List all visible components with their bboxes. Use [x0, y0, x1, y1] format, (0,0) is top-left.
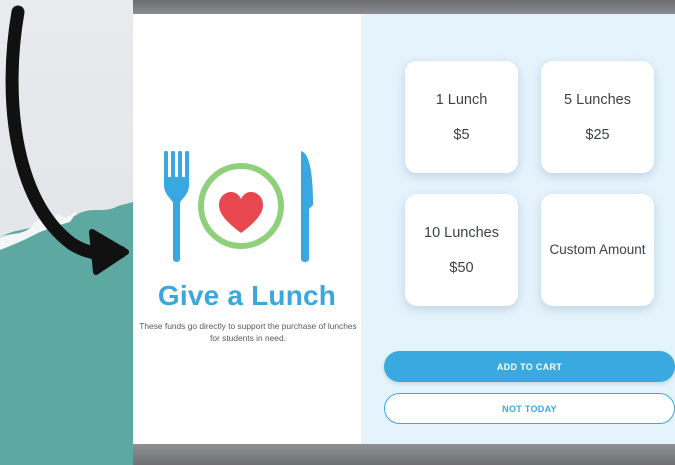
option-name: 1 Lunch — [435, 91, 488, 108]
frame-bottom-bar — [133, 444, 675, 465]
campaign-title: Give a Lunch — [157, 280, 337, 311]
option-5-lunches[interactable]: 5 Lunches $25 — [541, 61, 654, 173]
fork-plate-heart-knife-icon — [164, 151, 313, 262]
not-today-button[interactable]: NOT TODAY — [384, 393, 675, 424]
frame-top-bar — [133, 0, 675, 14]
option-10-lunches[interactable]: 10 Lunches $50 — [405, 194, 518, 306]
option-price: $5 — [453, 126, 470, 143]
option-price: $25 — [585, 126, 610, 143]
decorative-backdrop — [0, 5, 133, 465]
add-to-cart-button[interactable]: ADD TO CART — [384, 351, 675, 382]
campaign-description: These funds go directly to support the p… — [139, 321, 357, 343]
option-name: 5 Lunches — [564, 91, 631, 108]
option-price: $50 — [449, 259, 474, 276]
option-name: Custom Amount — [549, 242, 646, 257]
option-name: 10 Lunches — [424, 224, 499, 241]
option-custom-amount[interactable]: Custom Amount — [541, 194, 654, 306]
option-1-lunch[interactable]: 1 Lunch $5 — [405, 61, 518, 173]
background-decoration — [0, 0, 133, 465]
campaign-panel: Give a Lunch These funds go directly to … — [133, 14, 361, 444]
donation-panel: 1 Lunch $5 5 Lunches $25 10 Lunches $50 … — [361, 14, 675, 444]
give-lunch-modal: Give a Lunch These funds go directly to … — [133, 14, 675, 444]
